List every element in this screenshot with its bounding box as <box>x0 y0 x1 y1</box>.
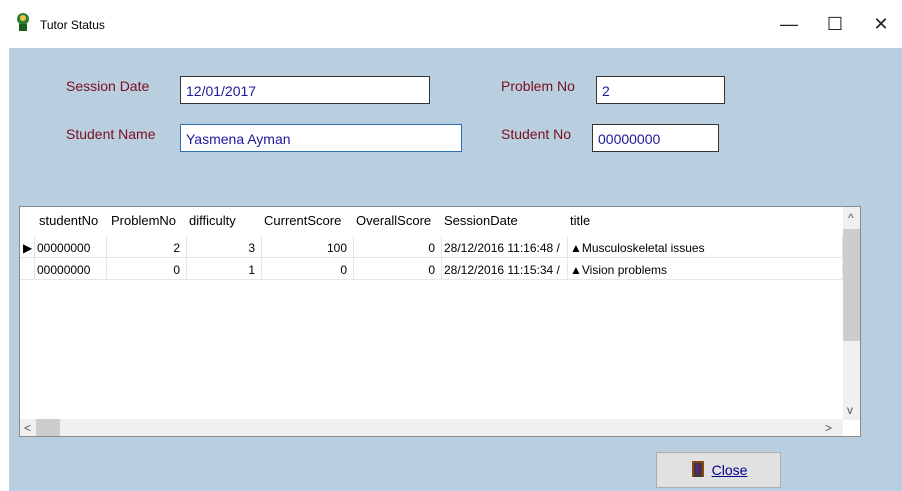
student-name-field[interactable]: Yasmena Ayman <box>180 124 462 152</box>
close-button[interactable]: Close <box>656 452 781 488</box>
vertical-scrollbar[interactable]: ^ v <box>843 207 860 420</box>
table-cell[interactable]: 100 <box>262 236 354 258</box>
column-header[interactable]: title <box>568 207 768 229</box>
scroll-left-icon[interactable]: < <box>24 421 31 435</box>
student-no-field[interactable]: 00000000 <box>592 124 719 152</box>
table-cell[interactable]: 0 <box>107 258 187 280</box>
problem-no-label: Problem No <box>501 78 575 94</box>
horizontal-scroll-thumb[interactable] <box>36 419 60 436</box>
window-title: Tutor Status <box>40 18 105 32</box>
session-date-label: Session Date <box>66 78 150 94</box>
vertical-scroll-thumb[interactable] <box>843 229 860 341</box>
table-cell-title: Musculoskeletal issues <box>581 241 705 255</box>
column-header[interactable]: ProblemNo <box>109 207 189 229</box>
exit-door-icon <box>690 460 706 481</box>
column-header[interactable]: CurrentScore <box>262 207 354 229</box>
table-cell[interactable]: 1 <box>187 258 262 280</box>
title-bar: Tutor Status — ☐ ✕ <box>0 0 902 48</box>
student-name-label: Student Name <box>66 126 156 142</box>
close-button-label: Close <box>711 462 748 478</box>
scroll-up-icon[interactable]: ^ <box>848 211 854 225</box>
column-header[interactable]: SessionDate <box>442 207 568 229</box>
table-cell[interactable]: 0 <box>354 236 442 258</box>
table-cell-title: Vision problems <box>581 263 668 277</box>
table-cell[interactable]: 00000000 <box>35 258 107 280</box>
session-date-field[interactable]: 12/01/2017 <box>180 76 430 104</box>
table-cell[interactable]: ▲Vision problems <box>568 258 843 280</box>
scroll-down-icon[interactable]: v <box>847 403 853 417</box>
minimize-icon[interactable]: — <box>766 8 812 40</box>
row-pointer-icon: ▶ <box>20 236 35 258</box>
table-cell[interactable]: 00000000 <box>35 236 107 258</box>
table-cell[interactable]: 3 <box>187 236 262 258</box>
horizontal-scrollbar[interactable]: < > <box>20 419 843 436</box>
table-cell[interactable]: 2 <box>107 236 187 258</box>
memo-icon: ▲ <box>570 263 582 277</box>
results-grid[interactable]: studentNo ProblemNo difficulty CurrentSc… <box>19 206 861 437</box>
tutor-icon <box>14 12 32 32</box>
row-indicator <box>20 258 35 280</box>
scroll-right-icon[interactable]: > <box>825 421 832 435</box>
column-header[interactable]: difficulty <box>187 207 262 229</box>
table-cell[interactable]: 0 <box>354 258 442 280</box>
table-cell[interactable]: 28/12/2016 11:15:34 / <box>442 258 568 280</box>
close-icon[interactable]: ✕ <box>858 8 902 40</box>
table-cell[interactable]: ▲Musculoskeletal issues <box>568 236 843 258</box>
maximize-icon[interactable]: ☐ <box>812 8 858 40</box>
problem-no-field[interactable]: 2 <box>596 76 725 104</box>
table-cell[interactable]: 28/12/2016 11:16:48 / <box>442 236 568 258</box>
table-cell[interactable]: 0 <box>262 258 354 280</box>
memo-icon: ▲ <box>570 241 582 255</box>
column-header[interactable]: OverallScore <box>354 207 442 229</box>
student-no-label: Student No <box>501 126 572 142</box>
